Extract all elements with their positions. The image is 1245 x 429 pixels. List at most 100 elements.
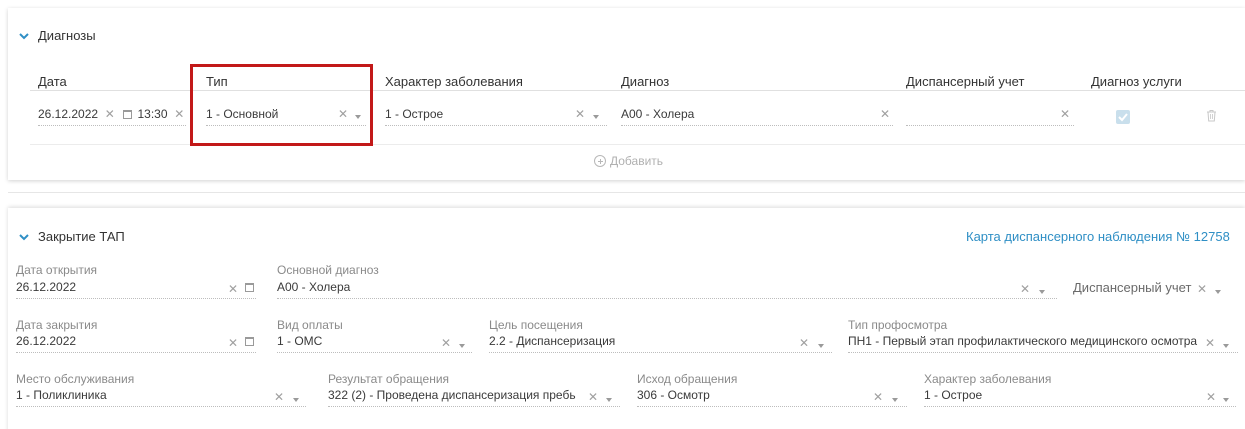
chevron-down-icon[interactable] (459, 338, 465, 352)
main-diagnosis-value: A00 - Холера (277, 280, 351, 294)
closure-title: Закрытие ТАП (38, 229, 125, 244)
trash-icon[interactable] (1206, 109, 1217, 125)
calendar-icon[interactable] (123, 110, 133, 120)
open-date-input[interactable]: 26.12.2022 ✕ (16, 280, 256, 296)
close-date-label: Дата закрытия (16, 318, 98, 332)
closure-character-select[interactable]: 1 - Острое ✕ (924, 388, 1236, 404)
visit-goal-label: Цель посещения (489, 318, 583, 332)
clear-icon[interactable]: ✕ (880, 107, 890, 121)
type-highlight-box (190, 64, 373, 146)
checkup-type-label: Тип профосмотра (848, 318, 948, 332)
open-date-underline (16, 298, 256, 299)
open-date-value: 26.12.2022 (16, 280, 77, 294)
place-value: 1 - Поликлиника (16, 388, 107, 402)
close-date-underline (16, 352, 256, 353)
clear-icon[interactable]: ✕ (274, 390, 284, 404)
add-label: Добавить (610, 154, 664, 168)
clear-icon[interactable]: ✕ (575, 107, 585, 121)
chevron-down-icon[interactable] (606, 392, 612, 406)
clear-icon[interactable]: ✕ (228, 282, 238, 296)
visit-goal-value: 2.2 - Диспансеризация (489, 334, 616, 348)
chevron-down-icon (18, 30, 30, 42)
clear-icon[interactable]: ✕ (873, 390, 883, 404)
column-header-character: Характер заболевания (385, 74, 523, 89)
close-date-input[interactable]: 26.12.2022 ✕ (16, 334, 256, 350)
close-date-value: 26.12.2022 (16, 334, 77, 348)
place-label: Место обслуживания (16, 372, 135, 386)
service-diagnosis-checkbox[interactable] (1116, 110, 1130, 124)
date-underline (38, 125, 186, 126)
result-select[interactable]: 322 (2) - Проведена диспансеризация преб… (328, 388, 620, 404)
plus-circle-icon (594, 155, 606, 167)
section-divider (8, 192, 1245, 193)
clear-icon[interactable]: ✕ (101, 107, 115, 121)
column-header-date: Дата (38, 74, 67, 89)
character-underline (385, 125, 607, 126)
visit-goal-select[interactable]: 2.2 - Диспансеризация ✕ (489, 334, 832, 350)
column-header-diagnosis: Диагноз (621, 74, 670, 89)
outcome-label: Исход обращения (637, 372, 738, 386)
chevron-down-icon[interactable] (293, 392, 299, 406)
closure-character-value: 1 - Острое (924, 388, 983, 402)
dispensary-underline (906, 125, 1074, 126)
main-diagnosis-select[interactable]: A00 - Холера ✕ (277, 280, 1057, 296)
checkup-type-select[interactable]: ПН1 - Первый этап профилактического меди… (848, 334, 1238, 348)
clear-icon[interactable]: ✕ (1205, 336, 1215, 348)
chevron-down-icon[interactable] (1215, 284, 1221, 298)
diagnosis-value: A00 - Холера (621, 107, 695, 121)
closure-character-label: Характер заболевания (924, 372, 1052, 386)
clear-icon[interactable]: ✕ (441, 336, 451, 350)
result-underline (328, 406, 620, 407)
payment-label: Вид оплаты (277, 318, 343, 332)
diagnosis-input[interactable]: A00 - Холера ✕ (621, 107, 893, 121)
outcome-underline (637, 406, 907, 407)
clear-icon[interactable]: ✕ (228, 336, 238, 350)
calendar-icon[interactable] (245, 337, 254, 346)
chevron-down-icon[interactable] (818, 338, 824, 352)
character-value: 1 - Острое (385, 107, 444, 121)
chevron-down-icon[interactable] (892, 392, 898, 406)
clear-icon[interactable]: ✕ (799, 336, 809, 350)
add-diagnosis-button[interactable]: Добавить (594, 154, 663, 168)
date-input[interactable]: 26.12.2022 ✕ 13:30 ✕ (38, 107, 184, 121)
dispensary-card-link[interactable]: Карта диспансерного наблюдения № 12758 (966, 229, 1230, 244)
calendar-icon[interactable] (245, 283, 254, 292)
clear-icon[interactable]: ✕ (1206, 390, 1216, 404)
payment-underline (277, 352, 472, 353)
closure-dispensary-placeholder: Диспансерный учет (1073, 280, 1192, 295)
main-diagnosis-label: Основной диагноз (277, 263, 379, 277)
main-diagnosis-underline (277, 298, 1057, 299)
chevron-down-icon[interactable] (1223, 338, 1229, 348)
chevron-down-icon[interactable] (1039, 284, 1045, 298)
payment-select[interactable]: 1 - ОМС ✕ (277, 334, 472, 350)
checkup-type-underline (848, 352, 1238, 353)
open-date-label: Дата открытия (16, 263, 98, 277)
column-header-dispensary: Диспансерный учет (906, 74, 1025, 89)
clear-icon[interactable]: ✕ (588, 390, 598, 404)
payment-value: 1 - ОМС (277, 334, 323, 348)
chevron-down-icon (18, 231, 30, 243)
time-value: 13:30 (137, 107, 168, 121)
clear-icon[interactable]: ✕ (1060, 107, 1070, 121)
clear-icon[interactable]: ✕ (1020, 282, 1030, 296)
chevron-down-icon[interactable] (593, 109, 599, 123)
clear-icon[interactable]: ✕ (1197, 282, 1207, 296)
outcome-select[interactable]: 306 - Осмотр ✕ (637, 388, 907, 404)
place-select[interactable]: 1 - Поликлиника ✕ (16, 388, 306, 404)
clear-icon[interactable]: ✕ (171, 107, 184, 121)
closure-dispensary-select[interactable]: Диспансерный учет ✕ (1073, 280, 1233, 298)
checkup-type-value: ПН1 - Первый этап профилактического меди… (848, 334, 1198, 348)
closure-section-toggle[interactable]: Закрытие ТАП (18, 229, 125, 244)
visit-goal-underline (489, 352, 832, 353)
column-header-service-diagnosis: Диагноз услуги (1091, 74, 1182, 89)
chevron-down-icon[interactable] (1223, 392, 1229, 406)
diagnosis-underline (621, 125, 893, 126)
date-value: 26.12.2022 (38, 107, 99, 121)
closure-character-underline (924, 406, 1236, 407)
diagnoses-section-toggle[interactable]: Диагнозы (18, 28, 96, 43)
result-label: Результат обращения (328, 372, 450, 386)
diagnoses-title: Диагнозы (38, 28, 96, 43)
place-underline (16, 406, 306, 407)
result-value: 322 (2) - Проведена диспансеризация преб… (328, 388, 576, 402)
character-select[interactable]: 1 - Острое ✕ (385, 107, 607, 121)
